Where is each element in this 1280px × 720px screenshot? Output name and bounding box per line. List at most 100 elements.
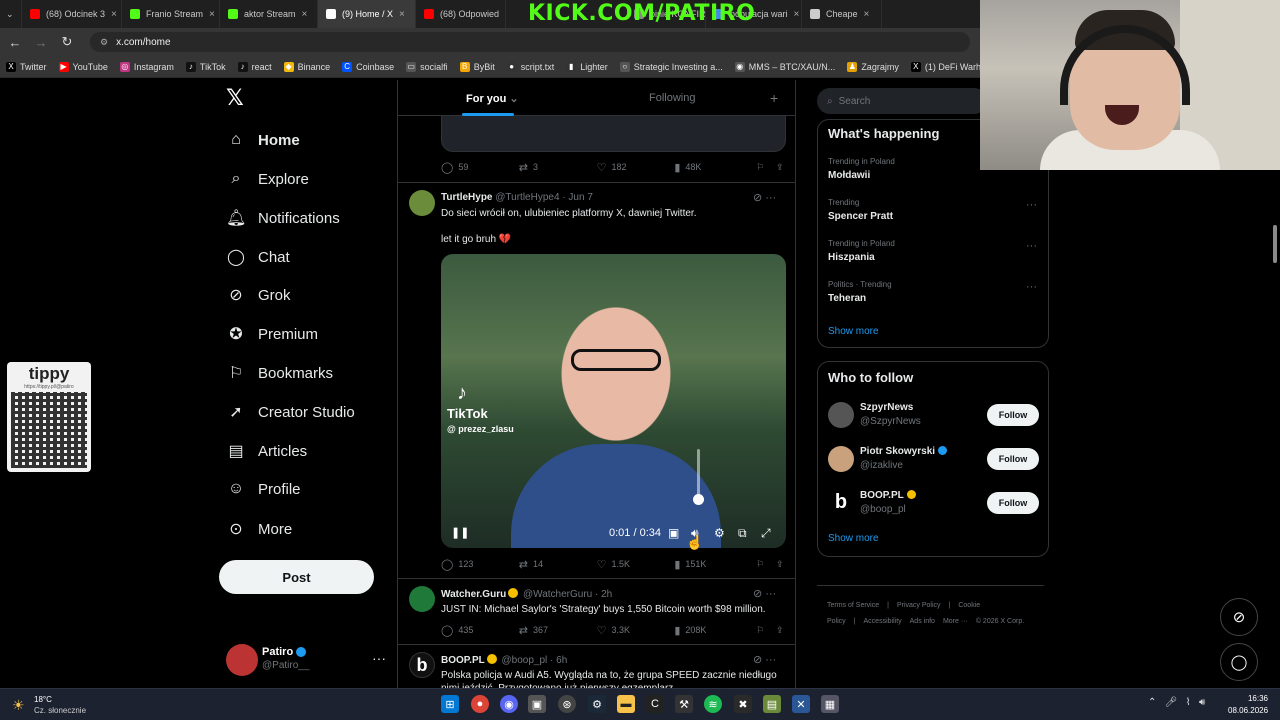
repost-button[interactable]: ⇄ 3 bbox=[519, 161, 597, 174]
app-icon[interactable]: ✕ bbox=[792, 695, 810, 713]
nav-bookmarks[interactable]: ⚐ Bookmarks bbox=[226, 359, 333, 387]
clock-date[interactable]: 08.06.2026 bbox=[1228, 706, 1268, 715]
folder-icon[interactable]: ▬ bbox=[617, 695, 635, 713]
app-icon[interactable]: ✖ bbox=[734, 695, 752, 713]
author-handle[interactable]: @boop_pl bbox=[502, 655, 548, 666]
browser-tab[interactable]: (68) Odpowied × bbox=[416, 0, 506, 28]
like-button[interactable]: ♡ 1.5K bbox=[597, 558, 675, 571]
author-name[interactable]: TurtleHype bbox=[441, 192, 493, 203]
footer-link[interactable]: © 2026 X Corp. bbox=[976, 618, 1024, 625]
weather-temp[interactable]: 18°C bbox=[34, 695, 52, 704]
x-logo[interactable]: 𝕏 bbox=[226, 86, 244, 111]
settings-icon[interactable]: ⚙ bbox=[714, 526, 725, 540]
url-field[interactable]: ⚙ x.com/home bbox=[90, 32, 970, 52]
views-button[interactable]: ▮ 208K bbox=[674, 624, 756, 637]
like-button[interactable]: ♡ 3.3K bbox=[597, 624, 675, 637]
footer-link[interactable]: Ads info bbox=[910, 618, 935, 625]
bookmark-item[interactable]: C Coinbase bbox=[342, 61, 394, 72]
chat-fab-icon[interactable]: ◯ bbox=[1220, 643, 1258, 681]
nav-notifications[interactable]: 🔔︎ Notifications bbox=[226, 204, 340, 232]
nav-grok[interactable]: ⊘ Grok bbox=[226, 281, 290, 309]
more-dots-icon[interactable]: ··· bbox=[765, 192, 776, 204]
author-name[interactable]: Watcher.Guru bbox=[441, 589, 506, 600]
follow-suggestion[interactable]: SzpyrNews @SzpyrNews Follow bbox=[818, 400, 1048, 436]
share-icon[interactable]: ⇪ bbox=[776, 625, 786, 636]
more-dots-icon[interactable]: ··· bbox=[765, 654, 776, 666]
repost-button[interactable]: ⇄ 14 bbox=[519, 558, 597, 571]
browser-tab[interactable]: Franio Stream × bbox=[122, 0, 220, 28]
close-icon[interactable]: × bbox=[399, 9, 405, 20]
close-icon[interactable]: × bbox=[111, 9, 117, 20]
avatar[interactable] bbox=[409, 586, 435, 612]
avatar[interactable]: b bbox=[409, 652, 435, 678]
post-button[interactable]: Post bbox=[219, 560, 374, 594]
bookmark-icon[interactable]: ⚐ bbox=[756, 162, 776, 173]
repost-button[interactable]: ⇄ 367 bbox=[519, 624, 597, 637]
tweet-time[interactable]: · Jun 7 bbox=[562, 192, 593, 203]
grok-icon[interactable]: ⊘ bbox=[753, 192, 762, 204]
follow-button[interactable]: Follow bbox=[987, 492, 1039, 514]
pause-icon[interactable]: ❚❚ bbox=[451, 526, 469, 539]
bookmark-item[interactable]: ♪ TikTok bbox=[185, 61, 226, 72]
trend-item[interactable]: Trending in Poland Hiszpania ··· bbox=[818, 236, 1048, 272]
browser-tab[interactable]: aktor Stream × bbox=[220, 0, 318, 28]
app-icon[interactable]: C bbox=[646, 695, 664, 713]
start-menu-icon[interactable]: ⊞ bbox=[441, 695, 459, 713]
author-handle[interactable]: @TurtleHype4 bbox=[495, 192, 559, 203]
like-button[interactable]: ♡ 182 bbox=[597, 161, 675, 174]
author-name[interactable]: BOOP.PL bbox=[441, 655, 485, 666]
nav-profile[interactable]: ☺ Profile bbox=[226, 475, 301, 503]
weather-sun-icon[interactable]: ☀ bbox=[12, 697, 25, 714]
share-icon[interactable]: ⇪ bbox=[776, 559, 786, 570]
bookmark-item[interactable]: ◆ Binance bbox=[283, 61, 330, 72]
views-button[interactable]: ▮ 151K bbox=[674, 558, 756, 571]
bookmark-item[interactable]: ○ Strategic Investing a... bbox=[619, 61, 723, 72]
close-icon[interactable]: × bbox=[302, 9, 308, 20]
reply-button[interactable]: ◯ 123 bbox=[441, 558, 519, 571]
avatar[interactable] bbox=[828, 446, 854, 472]
reload-icon[interactable]: ↻ bbox=[56, 34, 78, 50]
captions-icon[interactable]: ▣ bbox=[668, 526, 679, 540]
nav-home[interactable]: ⌂ Home bbox=[226, 126, 300, 154]
footer-link[interactable]: More ··· bbox=[943, 618, 968, 625]
close-icon[interactable]: × bbox=[209, 9, 215, 20]
tab-following[interactable]: Following bbox=[649, 92, 695, 104]
steam-icon[interactable]: ⚙ bbox=[588, 695, 606, 713]
close-icon[interactable]: × bbox=[794, 9, 800, 20]
site-info-icon[interactable]: ⚙ bbox=[100, 37, 108, 48]
tab-list-dropdown[interactable]: ⌄ bbox=[0, 0, 22, 28]
avatar[interactable] bbox=[828, 402, 854, 428]
video-player[interactable]: ♪ TikTok @ prezez_zlasu ❚❚ 0:01 / 0:34 ▣… bbox=[441, 254, 786, 548]
bookmark-item[interactable]: ▭ socialfi bbox=[406, 61, 448, 72]
volume-handle[interactable] bbox=[693, 494, 704, 505]
chrome-icon[interactable]: ● bbox=[471, 695, 489, 713]
nav-chat[interactable]: ◯ Chat bbox=[226, 243, 290, 271]
reply-button[interactable]: ◯ 435 bbox=[441, 624, 519, 637]
app-icon[interactable]: ⊛ bbox=[558, 695, 576, 713]
bookmark-item[interactable]: B ByBit bbox=[459, 61, 495, 72]
author-handle[interactable]: @WatcherGuru bbox=[523, 589, 592, 600]
spotify-icon[interactable]: ≋ bbox=[704, 695, 722, 713]
share-icon[interactable]: ⇪ bbox=[776, 162, 786, 173]
grok-icon[interactable]: ⊘ bbox=[753, 654, 762, 666]
show-more-link[interactable]: Show more bbox=[828, 533, 879, 544]
bookmark-item[interactable]: ◎ Instagram bbox=[119, 61, 174, 72]
nav-more[interactable]: ⊙ More bbox=[226, 515, 292, 543]
back-icon[interactable]: ← bbox=[4, 35, 26, 50]
footer-link[interactable]: Accessibility bbox=[864, 618, 902, 625]
app-icon[interactable]: ▦ bbox=[821, 695, 839, 713]
previous-tweet-media[interactable] bbox=[441, 116, 786, 152]
search-input[interactable]: ⌕ Search bbox=[817, 88, 987, 114]
bookmark-icon[interactable]: ⚐ bbox=[756, 625, 776, 636]
pip-icon[interactable]: ⧉ bbox=[738, 526, 747, 541]
scrollbar-thumb[interactable] bbox=[1273, 225, 1277, 263]
trend-item[interactable]: Politics · Trending Teheran ··· bbox=[818, 277, 1048, 313]
close-icon[interactable]: × bbox=[505, 9, 506, 20]
reply-button[interactable]: ◯ 59 bbox=[441, 161, 519, 174]
nav-explore[interactable]: ⌕ Explore bbox=[226, 165, 309, 193]
bookmark-item[interactable]: ▮ Lighter bbox=[566, 61, 608, 72]
more-dots-icon[interactable]: ··· bbox=[1026, 281, 1037, 293]
bookmark-item[interactable]: X Twitter bbox=[6, 61, 47, 72]
app-icon[interactable]: ▤ bbox=[763, 695, 781, 713]
avatar[interactable]: b bbox=[828, 490, 854, 516]
